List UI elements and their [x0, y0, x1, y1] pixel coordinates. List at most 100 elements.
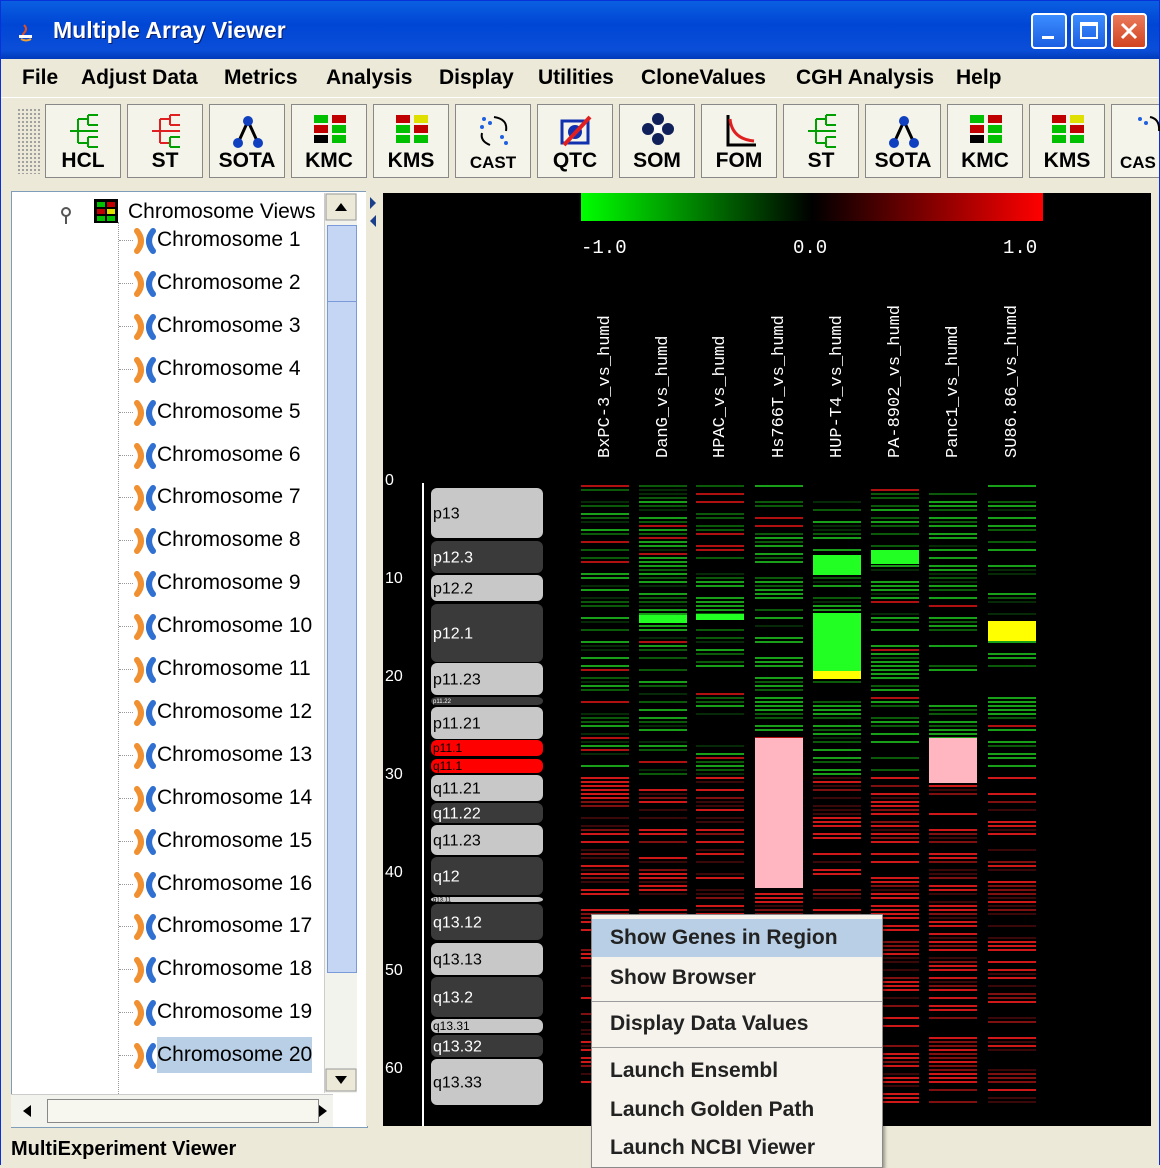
split-collapse-arrows-icon[interactable] — [366, 191, 382, 231]
heatmap-cell — [755, 897, 803, 899]
heatmap-cell — [929, 1045, 977, 1047]
st-button[interactable]: ST — [127, 104, 203, 178]
heatmap-cell — [581, 721, 629, 723]
tree-item-chromosome-19[interactable]: Chromosome 19 — [157, 994, 312, 1030]
heatmap-cell — [929, 597, 977, 599]
menu-clonevalues[interactable]: CloneValues — [641, 66, 766, 90]
tree-item-chromosome-9[interactable]: Chromosome 9 — [157, 565, 301, 601]
kms-button-2[interactable]: KMS — [1029, 104, 1105, 178]
tree-item-chromosome-11[interactable]: Chromosome 11 — [157, 651, 311, 687]
scroll-left-icon[interactable] — [15, 1099, 39, 1123]
menu-show-browser[interactable]: Show Browser — [592, 959, 882, 997]
tree-item-chromosome-6[interactable]: Chromosome 6 — [157, 437, 301, 473]
chromosome-tree[interactable]: Chromosome Views Chromosome 1 Chromosome … — [11, 191, 368, 1128]
tree-connector — [119, 969, 133, 971]
qtc-button[interactable]: QTC — [537, 104, 613, 178]
tree-item-chromosome-8[interactable]: Chromosome 8 — [157, 522, 301, 558]
tree-item-chromosome-13[interactable]: Chromosome 13 — [157, 737, 312, 773]
heatmap-cell — [929, 705, 977, 707]
tree-item-chromosome-7[interactable]: Chromosome 7 — [157, 479, 301, 515]
menu-help[interactable]: Help — [956, 66, 1002, 90]
maximize-button[interactable] — [1071, 13, 1107, 49]
heatmap-cell — [988, 821, 1036, 823]
minimize-button[interactable] — [1031, 13, 1067, 49]
menu-analysis[interactable]: Analysis — [326, 66, 412, 90]
menu-display[interactable]: Display — [439, 66, 514, 90]
tree-item-chromosome-17[interactable]: Chromosome 17 — [157, 908, 312, 944]
heatmap-cell — [871, 669, 919, 671]
heatmap-cell — [988, 1097, 1036, 1099]
band-label: q13.11 — [433, 898, 452, 904]
cast-button-2[interactable]: CAS — [1111, 104, 1160, 178]
heatmap-cell — [639, 841, 687, 843]
tree-item-chromosome-3[interactable]: Chromosome 3 — [157, 308, 301, 344]
chromosome-ideogram[interactable]: p13 p12.3 p12.2 p12.1 p11.23 p11.22 p11.21 p11.… — [431, 488, 543, 1105]
heatmap-cell — [988, 913, 1036, 915]
heatmap-cell — [813, 533, 861, 535]
heatmap-cell — [988, 1101, 1036, 1103]
tree-vertical-scrollbar[interactable] — [324, 193, 357, 1093]
tree-connector — [119, 368, 133, 370]
kmc-button[interactable]: KMC — [291, 104, 367, 178]
tree-item-chromosome-1[interactable]: Chromosome 1 — [157, 222, 301, 258]
menu-launch-ensembl[interactable]: Launch Ensembl — [592, 1052, 882, 1090]
sota-button[interactable]: SOTA — [209, 104, 285, 178]
scroll-thumb[interactable] — [327, 301, 357, 973]
menu-launch-golden-path[interactable]: Launch Golden Path — [592, 1091, 882, 1129]
experiment-label: PA-8902_vs_humd — [886, 305, 905, 458]
st-button-2[interactable]: ST — [783, 104, 859, 178]
tree-item-chromosome-12[interactable]: Chromosome 12 — [157, 694, 312, 730]
menu-utilities[interactable]: Utilities — [538, 66, 614, 90]
menu-adjust-data[interactable]: Adjust Data — [81, 66, 198, 90]
tree-item-chromosome-14[interactable]: Chromosome 14 — [157, 780, 312, 816]
menu-show-genes-in-region[interactable]: Show Genes in Region — [592, 919, 882, 957]
title-bar[interactable]: Multiple Array Viewer — [1, 1, 1159, 59]
tree-expand-handle-icon[interactable] — [60, 206, 80, 226]
qtc-icon — [560, 115, 592, 147]
tree-item-chromosome-10[interactable]: Chromosome 10 — [157, 608, 312, 644]
menu-display-data-values[interactable]: Display Data Values — [592, 1005, 882, 1043]
tree-root-label[interactable]: Chromosome Views — [128, 200, 316, 224]
heatmap-cell — [988, 861, 1036, 863]
kms-button[interactable]: KMS — [373, 104, 449, 178]
som-button[interactable]: SOM — [619, 104, 695, 178]
toolbar-grip[interactable] — [17, 108, 41, 174]
scroll-down-icon[interactable] — [325, 1068, 357, 1092]
tree-item-chromosome-2[interactable]: Chromosome 2 — [157, 265, 301, 301]
heatmap-cell — [929, 1101, 977, 1103]
heatmap-cell — [696, 853, 744, 855]
fom-button[interactable]: FOM — [701, 104, 777, 178]
application-window: Multiple Array Viewer File Adjust Data M… — [0, 0, 1160, 1168]
heatmap-cell — [813, 717, 861, 719]
heatmap-cell — [696, 517, 744, 519]
tree-item-chromosome-15[interactable]: Chromosome 15 — [157, 823, 312, 859]
close-button[interactable] — [1111, 13, 1147, 49]
heatmap-cell — [871, 837, 919, 839]
heatmap-cell — [988, 1021, 1036, 1023]
heatmap-cell — [696, 501, 744, 503]
hcl-button[interactable]: HCL — [45, 104, 121, 178]
close-icon — [1120, 22, 1138, 40]
menu-cgh-analysis[interactable]: CGH Analysis — [796, 66, 934, 90]
menu-launch-ncbi-viewer[interactable]: Launch NCBI Viewer — [592, 1129, 882, 1167]
cast-button[interactable]: CAST — [455, 104, 531, 178]
tree-item-chromosome-18[interactable]: Chromosome 18 — [157, 951, 312, 987]
menu-file[interactable]: File — [22, 66, 58, 90]
kmc-button-2[interactable]: KMC — [947, 104, 1023, 178]
tree-item-chromosome-20[interactable]: Chromosome 20 — [157, 1037, 313, 1074]
tree-item-chromosome-16[interactable]: Chromosome 16 — [157, 866, 312, 902]
split-pane-divider[interactable] — [366, 191, 382, 1126]
heatmap-cell — [755, 893, 803, 895]
sota-button-2[interactable]: SOTA — [865, 104, 941, 178]
tree-item-chromosome-5[interactable]: Chromosome 5 — [157, 394, 301, 430]
scroll-up-icon[interactable] — [325, 193, 357, 221]
horizontal-scroll-thumb[interactable] — [47, 1099, 319, 1123]
color-scale-bar — [581, 193, 1043, 221]
menu-metrics[interactable]: Metrics — [224, 66, 298, 90]
scroll-right-icon[interactable] — [311, 1099, 335, 1123]
chromosome-icon — [134, 742, 156, 769]
tree-item-chromosome-4[interactable]: Chromosome 4 — [157, 351, 301, 387]
heatmap-cell — [871, 629, 919, 631]
tree-horizontal-scrollbar[interactable] — [11, 1094, 333, 1127]
heatmap-cell — [988, 541, 1036, 543]
